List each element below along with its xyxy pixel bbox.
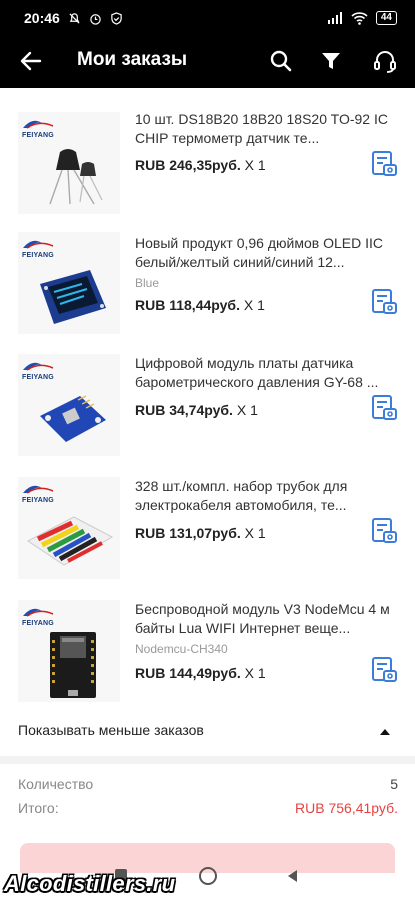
back-arrow-icon[interactable]	[18, 48, 44, 74]
search-icon[interactable]	[268, 48, 294, 74]
order-item[interactable]: FEIYANG Беспроводной модуль V3 NodeMcu 4…	[0, 588, 415, 703]
product-thumbnail: FEIYANG	[18, 477, 120, 579]
order-item[interactable]: FEIYANG Новый продукт 0,96 дюймов OLED I…	[0, 220, 415, 335]
product-price: RUB 118,44руб.	[135, 297, 240, 313]
total-row: Итого: RUB 756,41руб.	[18, 800, 398, 816]
product-price: RUB 34,74руб.	[135, 402, 233, 418]
brand-label: FEIYANG	[22, 252, 54, 259]
status-time: 20:46	[24, 10, 60, 26]
product-name: Беспроводной модуль V3 NodeMcu 4 м байты…	[135, 601, 390, 636]
product-price: RUB 131,07руб.	[135, 525, 241, 541]
price-line: RUB 246,35руб. X 1	[135, 157, 266, 173]
nodemcu-board-image	[50, 632, 96, 698]
product-name: 10 шт. DS18B20 18B20 18S20 TO-92 IC CHIP…	[135, 111, 388, 146]
page-title: Мои заказы	[77, 49, 188, 70]
battery-indicator: 44	[375, 11, 397, 25]
product-quantity: X 1	[236, 402, 258, 418]
shield-check-icon	[111, 11, 122, 25]
product-name: Новый продукт 0,96 дюймов OLED IIC белый…	[135, 235, 383, 270]
brand-logo-icon	[23, 120, 54, 129]
show-less-orders-toggle[interactable]: Показывать меньше заказов	[0, 710, 415, 754]
brand-logo-icon	[23, 362, 54, 371]
pressure-sensor-image	[40, 395, 106, 442]
brand-label: FEIYANG	[22, 374, 54, 381]
quantity-row: Количество 5	[18, 776, 398, 792]
watermark: Alcodistillers.ru	[4, 871, 176, 896]
home-icon[interactable]	[199, 867, 217, 885]
product-variant: Blue	[135, 276, 160, 290]
total-label: Итого:	[18, 800, 59, 816]
price-line: RUB 34,74руб. X 1	[135, 402, 258, 418]
product-thumbnail: FEIYANG	[18, 354, 120, 456]
brand-logo-icon	[23, 608, 54, 617]
sensor-chip-image	[49, 149, 103, 205]
quantity-label: Количество	[18, 776, 94, 792]
signal-icon	[327, 12, 342, 24]
product-variant: Nodemcu-CH340	[135, 642, 228, 656]
price-line: RUB 118,44руб. X 1	[135, 297, 265, 313]
heat-shrink-tubes-image	[27, 516, 114, 566]
status-bar: 20:46 44	[0, 0, 415, 36]
filter-icon[interactable]	[318, 48, 344, 74]
product-price: RUB 144,49руб.	[135, 665, 241, 681]
notifications-off-icon	[69, 12, 80, 24]
order-document-icon[interactable]	[370, 656, 398, 684]
show-less-label: Показывать меньше заказов	[18, 722, 204, 738]
brand-label: FEIYANG	[22, 620, 54, 627]
product-quantity: X 1	[244, 525, 266, 541]
wifi-icon	[351, 11, 368, 25]
brand-label: FEIYANG	[22, 132, 54, 139]
brand-label: FEIYANG	[22, 497, 54, 504]
total-value: RUB 756,41руб.	[295, 800, 398, 816]
oled-display-image	[40, 270, 106, 324]
product-name: 328 шт./компл. набор трубок для электрок…	[135, 478, 348, 513]
price-line: RUB 131,07руб. X 1	[135, 525, 266, 541]
product-quantity: X 1	[243, 297, 265, 313]
product-name: Цифровой модуль платы датчика барометрич…	[135, 355, 379, 390]
order-item[interactable]: FEIYANG 328 шт./компл. набор трубок для …	[0, 465, 415, 580]
quantity-value: 5	[390, 776, 398, 792]
order-document-icon[interactable]	[370, 394, 398, 422]
product-quantity: X 1	[244, 157, 266, 173]
nav-back-icon[interactable]	[285, 868, 299, 884]
order-document-icon[interactable]	[370, 150, 398, 178]
product-thumbnail: FEIYANG	[18, 232, 120, 334]
order-item[interactable]: FEIYANG Цифровой модуль платы датчика ба…	[0, 342, 415, 457]
order-document-icon[interactable]	[370, 288, 398, 316]
product-quantity: X 1	[244, 665, 266, 681]
product-thumbnail: FEIYANG	[18, 112, 120, 214]
order-item[interactable]: FEIYANG 10 шт. DS18B20 18B20 18S20 TO-92…	[0, 100, 415, 215]
brand-logo-icon	[23, 240, 54, 249]
alarm-icon	[90, 13, 101, 25]
product-thumbnail: FEIYANG	[18, 600, 120, 702]
price-line: RUB 144,49руб. X 1	[135, 665, 266, 681]
product-price: RUB 246,35руб.	[135, 157, 241, 173]
caret-up-icon	[380, 729, 390, 735]
order-document-icon[interactable]	[370, 517, 398, 545]
headset-icon[interactable]	[372, 48, 398, 74]
app-bar: Мои заказы	[0, 36, 415, 88]
brand-logo-icon	[23, 485, 54, 494]
section-divider	[0, 756, 415, 764]
